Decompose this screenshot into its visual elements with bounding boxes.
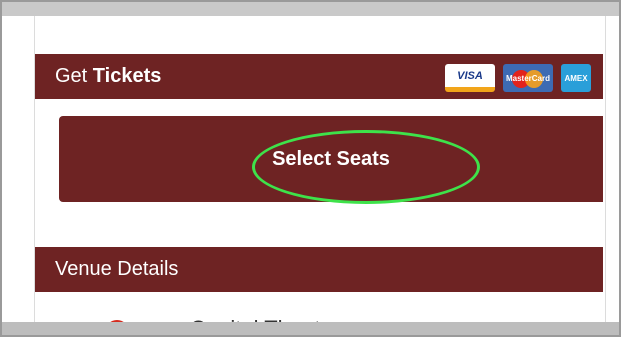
bottom-gray-bar [2,322,619,335]
visa-label: VISA [457,69,483,82]
venue-details-header: Venue Details [35,247,603,292]
content-column: Get Tickets VISA MasterCard AMEX Select … [34,16,606,335]
get-tickets-title-bold: Tickets [92,65,162,87]
get-tickets-header: Get Tickets VISA MasterCard AMEX [35,54,603,99]
browser-frame: Get Tickets VISA MasterCard AMEX Select … [0,0,621,337]
highlight-ellipse [252,130,480,204]
get-tickets-title-plain: Get [55,65,93,87]
get-tickets-title: Get Tickets [55,65,161,88]
mastercard-label: MasterCard [505,73,550,83]
select-seats-panel: Select Seats [59,116,603,204]
payment-cards: VISA MasterCard AMEX [445,64,591,92]
amex-label: AMEX [564,73,588,83]
top-gray-bar [2,2,619,16]
venue-details-title: Venue Details [55,258,179,280]
visa-card-icon: VISA [445,64,495,92]
mastercard-icon: MasterCard [503,64,553,92]
amex-card-icon: AMEX [561,64,591,92]
